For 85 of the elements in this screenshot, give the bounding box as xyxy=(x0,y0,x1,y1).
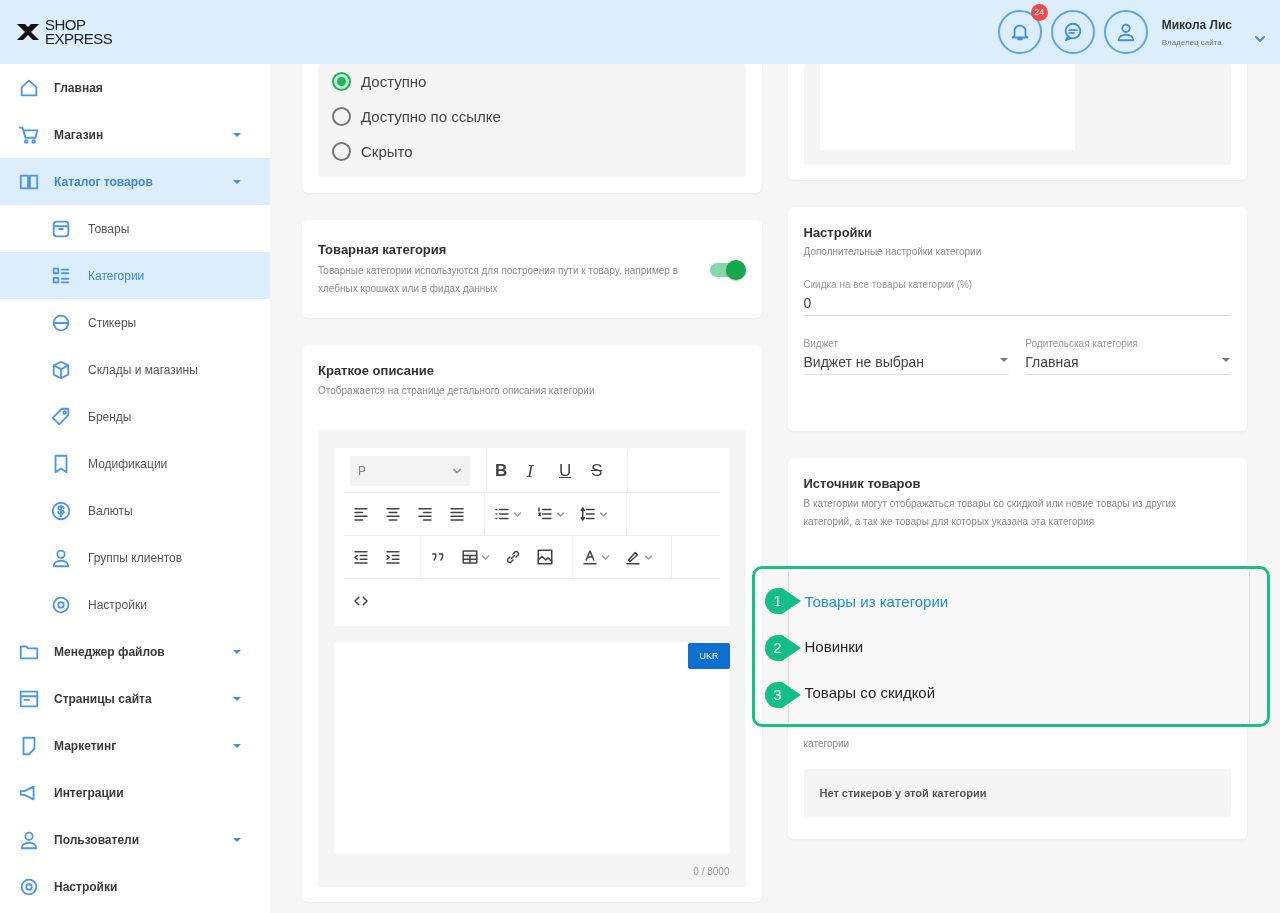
sidebar-item[interactable]: Пользователи xyxy=(0,816,270,863)
justify-icon xyxy=(448,505,466,523)
caret-icon xyxy=(999,356,1010,363)
line-height-icon xyxy=(579,505,597,523)
field-value: 0 xyxy=(803,295,813,311)
select-field[interactable]: Родительская категория Главная xyxy=(1025,338,1231,375)
field-value: Виджет не выбран xyxy=(803,354,925,370)
chat-button[interactable] xyxy=(1050,10,1095,54)
chevron-icon xyxy=(644,552,653,562)
character-counter: 0 / 8000 xyxy=(692,866,730,877)
step-marker: 2 xyxy=(764,635,801,661)
chevron-icon xyxy=(481,552,490,562)
text-color-icon xyxy=(581,548,599,566)
field-label: Родительская категория xyxy=(1025,338,1139,349)
chevron-icon xyxy=(599,509,608,519)
caret-icon xyxy=(1221,356,1231,363)
chevron-icon xyxy=(1254,33,1266,45)
select-field[interactable]: Виджет Виджет не выбран xyxy=(803,338,1010,375)
sidebar-subitem[interactable]: Бренды xyxy=(0,393,270,440)
card-title: Товарная категория xyxy=(318,242,448,257)
image-icon xyxy=(536,548,554,566)
radio-button[interactable] xyxy=(332,142,351,161)
sidebar-subitem[interactable]: Модификации xyxy=(0,440,270,487)
chevron-icon xyxy=(556,509,565,519)
radio-label[interactable]: Доступно xyxy=(361,73,427,90)
field-label: Виджет xyxy=(803,338,840,349)
card-description: категории xyxy=(803,737,851,751)
underline-button[interactable]: U xyxy=(557,459,579,483)
discount-field[interactable]: Скидка на все товары категории (%) 0 xyxy=(803,279,1231,316)
chevron-icon xyxy=(601,552,610,562)
card-description: В категории могут отображаться товары со скидкой или новие товары из других категорий, а так же товары для которых указана эта категория xyxy=(803,497,1177,529)
empty-message: Нет стикеров у этой категории xyxy=(803,769,1231,817)
sidebar-item[interactable]: Менеджер файлов xyxy=(0,628,270,675)
radio-button[interactable] xyxy=(332,107,351,126)
cube-icon xyxy=(50,358,72,381)
language-button[interactable]: UKR xyxy=(688,643,730,669)
sidebar-subitem[interactable]: Валюты xyxy=(0,487,270,534)
dollar-icon xyxy=(50,499,72,522)
card-description: Отображается на странице детального описания категории xyxy=(318,384,596,398)
field-value: Главная xyxy=(1025,354,1079,370)
sidebar-subitem[interactable]: Группы клиентов xyxy=(0,534,270,581)
sidebar-item[interactable]: Настройки xyxy=(0,863,270,910)
indent-icon xyxy=(384,548,402,566)
card-description: Товарные категории используются для построения пути к товару, например в хлебных крошках или в фидах данных xyxy=(318,264,679,296)
strike-button[interactable]: S xyxy=(589,459,611,483)
sidebar-subitem[interactable]: Настройки xyxy=(0,581,270,628)
dropdown-option[interactable]: Новинки xyxy=(804,638,864,656)
step-marker: 3 xyxy=(764,682,801,708)
link-icon xyxy=(504,548,522,566)
sidebar-subitem[interactable]: Склады и магазины xyxy=(0,346,270,393)
table-icon xyxy=(461,548,479,566)
sidebar-item[interactable]: Маркетинг xyxy=(0,722,270,769)
align-center-icon xyxy=(384,505,402,523)
field-label: Скидка на все товары категории (%) xyxy=(803,279,974,290)
bold-button[interactable]: B xyxy=(493,459,515,483)
profile-button[interactable] xyxy=(1103,10,1148,54)
italic-button[interactable]: I xyxy=(525,459,547,483)
tag-icon xyxy=(50,405,72,428)
chevron-icon xyxy=(513,509,522,519)
radio-label[interactable]: Скрыто xyxy=(361,143,413,160)
radio-label[interactable]: Доступно по ссылке xyxy=(361,108,501,125)
chevron-icon xyxy=(452,466,462,476)
align-left-icon xyxy=(352,505,370,523)
dropdown-option[interactable]: Товары со скидкой xyxy=(804,683,936,701)
text-area[interactable]: UKR xyxy=(334,642,730,854)
user-name: Микола Лис xyxy=(1161,17,1232,32)
align-right-icon xyxy=(416,505,434,523)
sidebar-subitem[interactable]: Товары xyxy=(0,205,270,252)
logo-text: EXPRESS xyxy=(45,32,113,46)
toggle-switch[interactable] xyxy=(709,263,744,277)
sidebar-item[interactable]: Страницы сайта xyxy=(0,675,270,722)
outdent-icon xyxy=(352,548,370,566)
card-title: Краткое описание xyxy=(318,363,436,378)
user-role: Владелец сайта xyxy=(1161,37,1223,47)
card-title: Источник товаров xyxy=(803,476,922,491)
notification-badge: 24 xyxy=(1030,4,1048,21)
sidebar-item[interactable]: Магазин xyxy=(0,111,270,158)
card-description: Дополнительные настройки категории xyxy=(803,245,983,259)
sidebar-subitem[interactable]: Стикеры xyxy=(0,299,270,346)
sidebar-item[interactable]: Главная xyxy=(0,64,270,111)
step-marker: 1 xyxy=(764,588,801,614)
logo-text: SHOP xyxy=(45,18,87,32)
sidebar-item[interactable]: Интеграции xyxy=(0,769,270,816)
card-title: Настройки xyxy=(803,225,874,240)
radio-button[interactable] xyxy=(332,72,351,91)
